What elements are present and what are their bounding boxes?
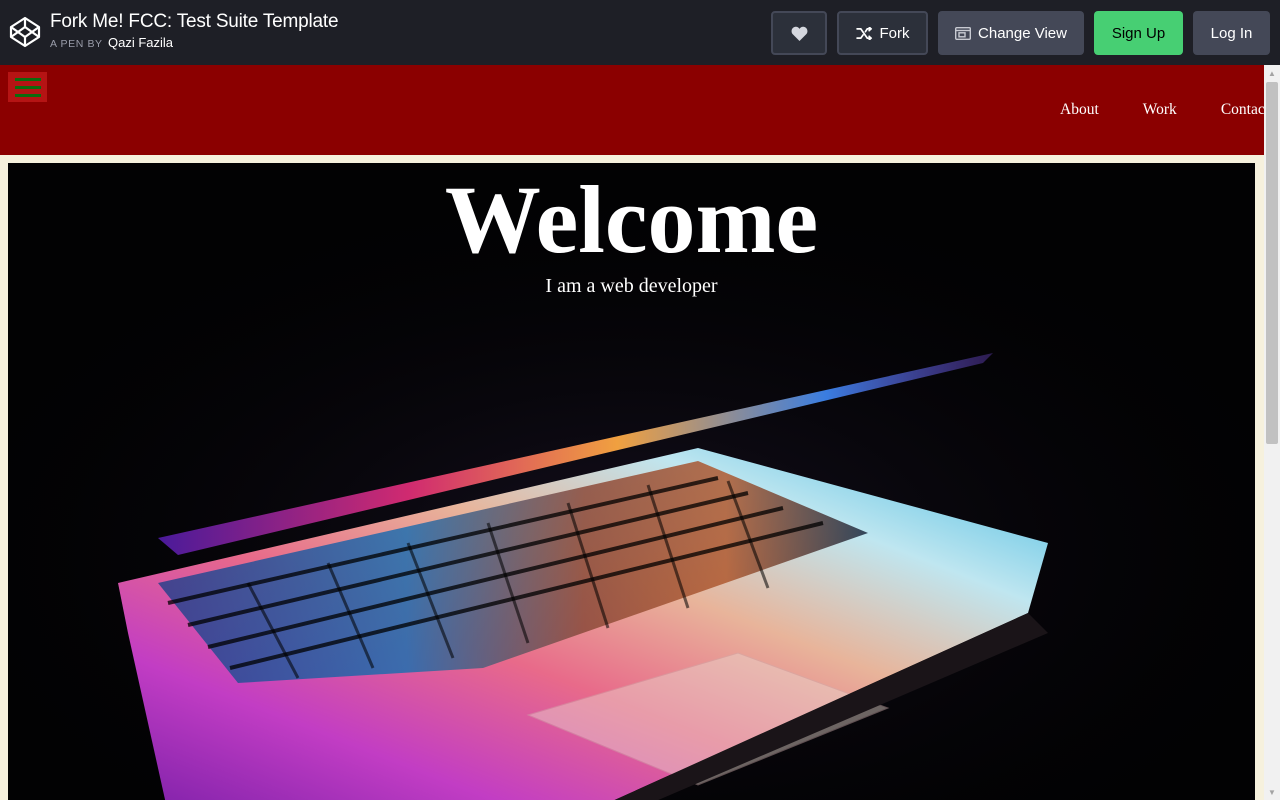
hamburger-icon[interactable] (8, 72, 47, 102)
nav-link-work[interactable]: Work (1143, 101, 1177, 119)
scroll-down-icon[interactable]: ▼ (1264, 784, 1280, 800)
site-navbar: About Work Contact (0, 65, 1264, 155)
preview-scrollbar[interactable]: ▲ ▼ (1264, 65, 1280, 800)
codepen-header: Fork Me! FCC: Test Suite Template A PEN … (0, 0, 1280, 65)
sign-up-button[interactable]: Sign Up (1094, 11, 1183, 55)
nav-links: About Work Contact (1060, 101, 1264, 119)
author-link[interactable]: Qazi Fazila (108, 35, 173, 50)
byline-prefix: A PEN BY (50, 38, 103, 50)
welcome-heading: Welcome (444, 166, 819, 273)
welcome-section: Welcome I am a web developer (8, 163, 1255, 800)
pen-preview: About Work Contact (0, 65, 1264, 800)
fork-button[interactable]: Fork (837, 11, 928, 55)
heart-icon (791, 26, 807, 41)
window-icon (955, 26, 972, 40)
fork-label: Fork (879, 24, 910, 42)
log-in-button[interactable]: Log In (1193, 11, 1270, 55)
heart-button[interactable] (771, 11, 827, 55)
change-view-button[interactable]: Change View (938, 11, 1084, 55)
welcome-subtitle: I am a web developer (545, 275, 718, 297)
nav-link-contact[interactable]: Contact (1221, 101, 1264, 119)
change-view-label: Change View (978, 24, 1067, 42)
scroll-up-icon[interactable]: ▲ (1264, 65, 1280, 81)
codepen-logo-icon[interactable] (9, 16, 41, 48)
fork-icon (855, 26, 872, 40)
pen-title: Fork Me! FCC: Test Suite Template (50, 11, 339, 32)
scroll-thumb[interactable] (1266, 82, 1278, 444)
pen-byline: A PEN BY Qazi Fazila (50, 35, 173, 50)
nav-link-about[interactable]: About (1060, 101, 1099, 119)
